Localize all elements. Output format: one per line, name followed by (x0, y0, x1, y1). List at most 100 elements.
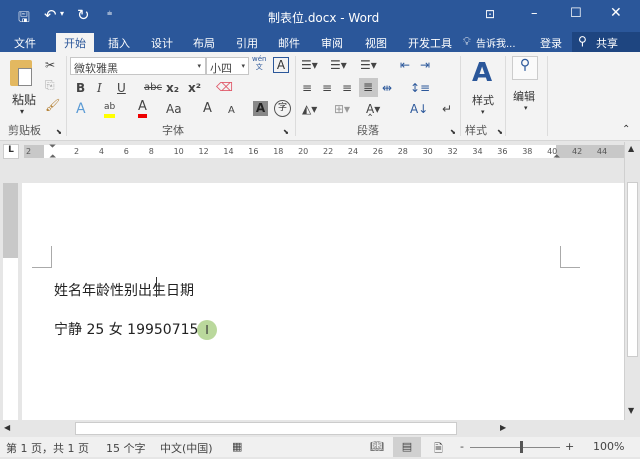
enclose-characters-button[interactable]: 字 (274, 100, 291, 117)
justify-icon[interactable]: ≣ (359, 78, 378, 97)
increase-indent-icon[interactable]: ⇥ (420, 58, 430, 72)
subscript-button[interactable]: x₂ (166, 81, 179, 95)
styles-launcher-icon[interactable]: ⬊ (497, 128, 503, 136)
maximize-button[interactable]: ☐ (570, 6, 582, 21)
shading-icon[interactable]: ◭▾ (302, 102, 317, 116)
horizontal-scroll-thumb[interactable] (75, 422, 457, 435)
undo-icon[interactable]: ↶ (44, 6, 57, 24)
italic-button[interactable]: I (97, 81, 102, 95)
macro-record-icon[interactable]: ▦ (232, 440, 242, 453)
character-border-button[interactable]: A (273, 57, 289, 73)
scroll-up-icon[interactable]: ▲ (628, 144, 634, 153)
bold-button[interactable]: B (76, 81, 85, 95)
shrink-font-button[interactable]: A (228, 104, 235, 118)
copy-icon[interactable]: ⎘ (45, 78, 55, 92)
change-case-button[interactable]: Aa (166, 102, 182, 116)
editing-button[interactable]: 编辑 (513, 88, 535, 104)
signin-link[interactable]: 登录 (540, 35, 562, 51)
line-spacing-icon[interactable]: ↕≡ (410, 81, 430, 95)
read-mode-icon[interactable]: 📖︎ (370, 440, 384, 453)
styles-button[interactable]: 样式 (472, 92, 494, 108)
first-line-indent-marker[interactable]: ⏷ (49, 142, 56, 152)
sort-icon[interactable]: A↓ (410, 102, 428, 116)
borders-icon[interactable]: ⊞▾ (334, 102, 350, 116)
redo-icon[interactable]: ↻ (77, 6, 90, 24)
font-launcher-icon[interactable]: ⬊ (283, 128, 289, 136)
strikethrough-button[interactable]: abc (144, 81, 162, 95)
font-name-select[interactable]: 微软雅黑 ▾ (70, 57, 206, 75)
decrease-indent-icon[interactable]: ⇤ (400, 58, 410, 72)
paste-button[interactable]: 粘贴 (12, 91, 36, 108)
format-painter-icon[interactable]: 🖌︎ (45, 98, 60, 112)
tab-layout[interactable]: 布局 (193, 35, 215, 51)
word-count[interactable]: 15 个字 (106, 440, 146, 456)
document-line-1[interactable]: 姓名年龄性别出生日期 (54, 280, 194, 300)
paragraph-launcher-icon[interactable]: ⬊ (450, 128, 456, 136)
superscript-button[interactable]: x² (188, 81, 201, 95)
customize-icon[interactable]: ⩧ (107, 9, 112, 19)
hanging-indent-marker[interactable]: ⏶ (49, 152, 56, 162)
ribbon-display-icon[interactable]: ⊡ (485, 7, 495, 21)
show-marks-icon[interactable]: ↵ (442, 102, 452, 116)
highlight-color-icon[interactable]: ab (104, 100, 116, 118)
tab-design[interactable]: 设计 (151, 35, 173, 51)
scroll-down-icon[interactable]: ▼ (628, 406, 634, 415)
styles-dropdown-icon[interactable]: ▾ (481, 108, 485, 116)
clear-formatting-icon[interactable]: ⌫ (216, 80, 233, 94)
zoom-in-button[interactable]: + (565, 440, 574, 453)
numbering-icon[interactable]: ☰▾ (330, 58, 347, 72)
styles-icon[interactable]: A (472, 58, 492, 88)
print-layout-icon[interactable]: ▤ (393, 437, 421, 457)
share-button[interactable]: ⚲ 共享 (572, 32, 640, 52)
underline-button[interactable]: U (117, 81, 126, 95)
zoom-slider-thumb[interactable] (520, 441, 523, 453)
cut-icon[interactable]: ✂ (45, 58, 55, 72)
minimize-button[interactable]: – (531, 6, 538, 21)
tab-home[interactable]: 开始 (56, 33, 94, 52)
chinese-layout-icon[interactable]: A̭▾ (366, 102, 380, 116)
tab-selector[interactable]: L (3, 144, 19, 159)
tab-view[interactable]: 视图 (365, 35, 387, 51)
font-color-icon[interactable]: A (138, 100, 147, 118)
clipboard-launcher-icon[interactable]: ⬊ (56, 128, 62, 136)
search-icon[interactable]: ⚲ (512, 56, 538, 80)
language[interactable]: 中文(中国) (160, 440, 213, 456)
text-effects-icon[interactable]: A (76, 102, 86, 116)
distributed-icon[interactable]: ⇹ (382, 81, 392, 95)
zoom-slider[interactable] (470, 447, 560, 448)
scroll-right-icon[interactable]: ▶ (500, 423, 506, 432)
tab-developer[interactable]: 开发工具 (408, 35, 452, 51)
vertical-scrollbar[interactable]: ▲ ▼ (624, 142, 640, 420)
page-count[interactable]: 第 1 页，共 1 页 (6, 440, 89, 456)
save-icon[interactable]: 🖫 (18, 7, 30, 31)
font-size-select[interactable]: 小四 ▾ (206, 57, 249, 75)
tab-review[interactable]: 审阅 (321, 35, 343, 51)
tab-references[interactable]: 引用 (236, 35, 258, 51)
align-right-icon[interactable]: ≡ (342, 81, 352, 95)
grow-font-button[interactable]: A (203, 102, 212, 116)
vertical-scroll-thumb[interactable] (627, 182, 638, 357)
multilevel-list-icon[interactable]: ☰▾ (360, 58, 377, 72)
character-shading-button[interactable]: A (253, 101, 268, 116)
tab-file[interactable]: 文件 (14, 35, 36, 51)
paste-icon[interactable] (10, 60, 32, 86)
paste-dropdown-icon[interactable]: ▾ (20, 107, 24, 116)
scroll-left-icon[interactable]: ◀ (4, 423, 10, 432)
zoom-level[interactable]: 100% (593, 440, 624, 453)
web-layout-icon[interactable]: 🗎︎ (434, 440, 443, 459)
tab-mailings[interactable]: 邮件 (278, 35, 300, 51)
document-line-2[interactable]: 宁静 25 女 19950715 (54, 319, 198, 339)
document-page[interactable]: 姓名年龄性别出生日期 宁静 25 女 19950715 I (22, 183, 624, 420)
phonetic-guide-icon[interactable]: wén 文 (252, 55, 266, 71)
bullets-icon[interactable]: ☰▾ (301, 58, 318, 72)
zoom-out-button[interactable]: - (460, 440, 464, 453)
undo-dropdown-icon[interactable]: ▾ (60, 9, 64, 18)
align-center-icon[interactable]: ≡ (322, 81, 332, 95)
editing-dropdown-icon[interactable]: ▾ (524, 104, 528, 112)
horizontal-scrollbar[interactable]: ◀ ▶ (0, 420, 640, 437)
tab-insert[interactable]: 插入 (108, 35, 130, 51)
align-left-icon[interactable]: ≡ (302, 81, 312, 95)
tell-me-box[interactable]: 告诉我... (476, 35, 516, 50)
close-button[interactable]: ✕ (610, 5, 622, 21)
vertical-ruler[interactable] (3, 183, 18, 420)
